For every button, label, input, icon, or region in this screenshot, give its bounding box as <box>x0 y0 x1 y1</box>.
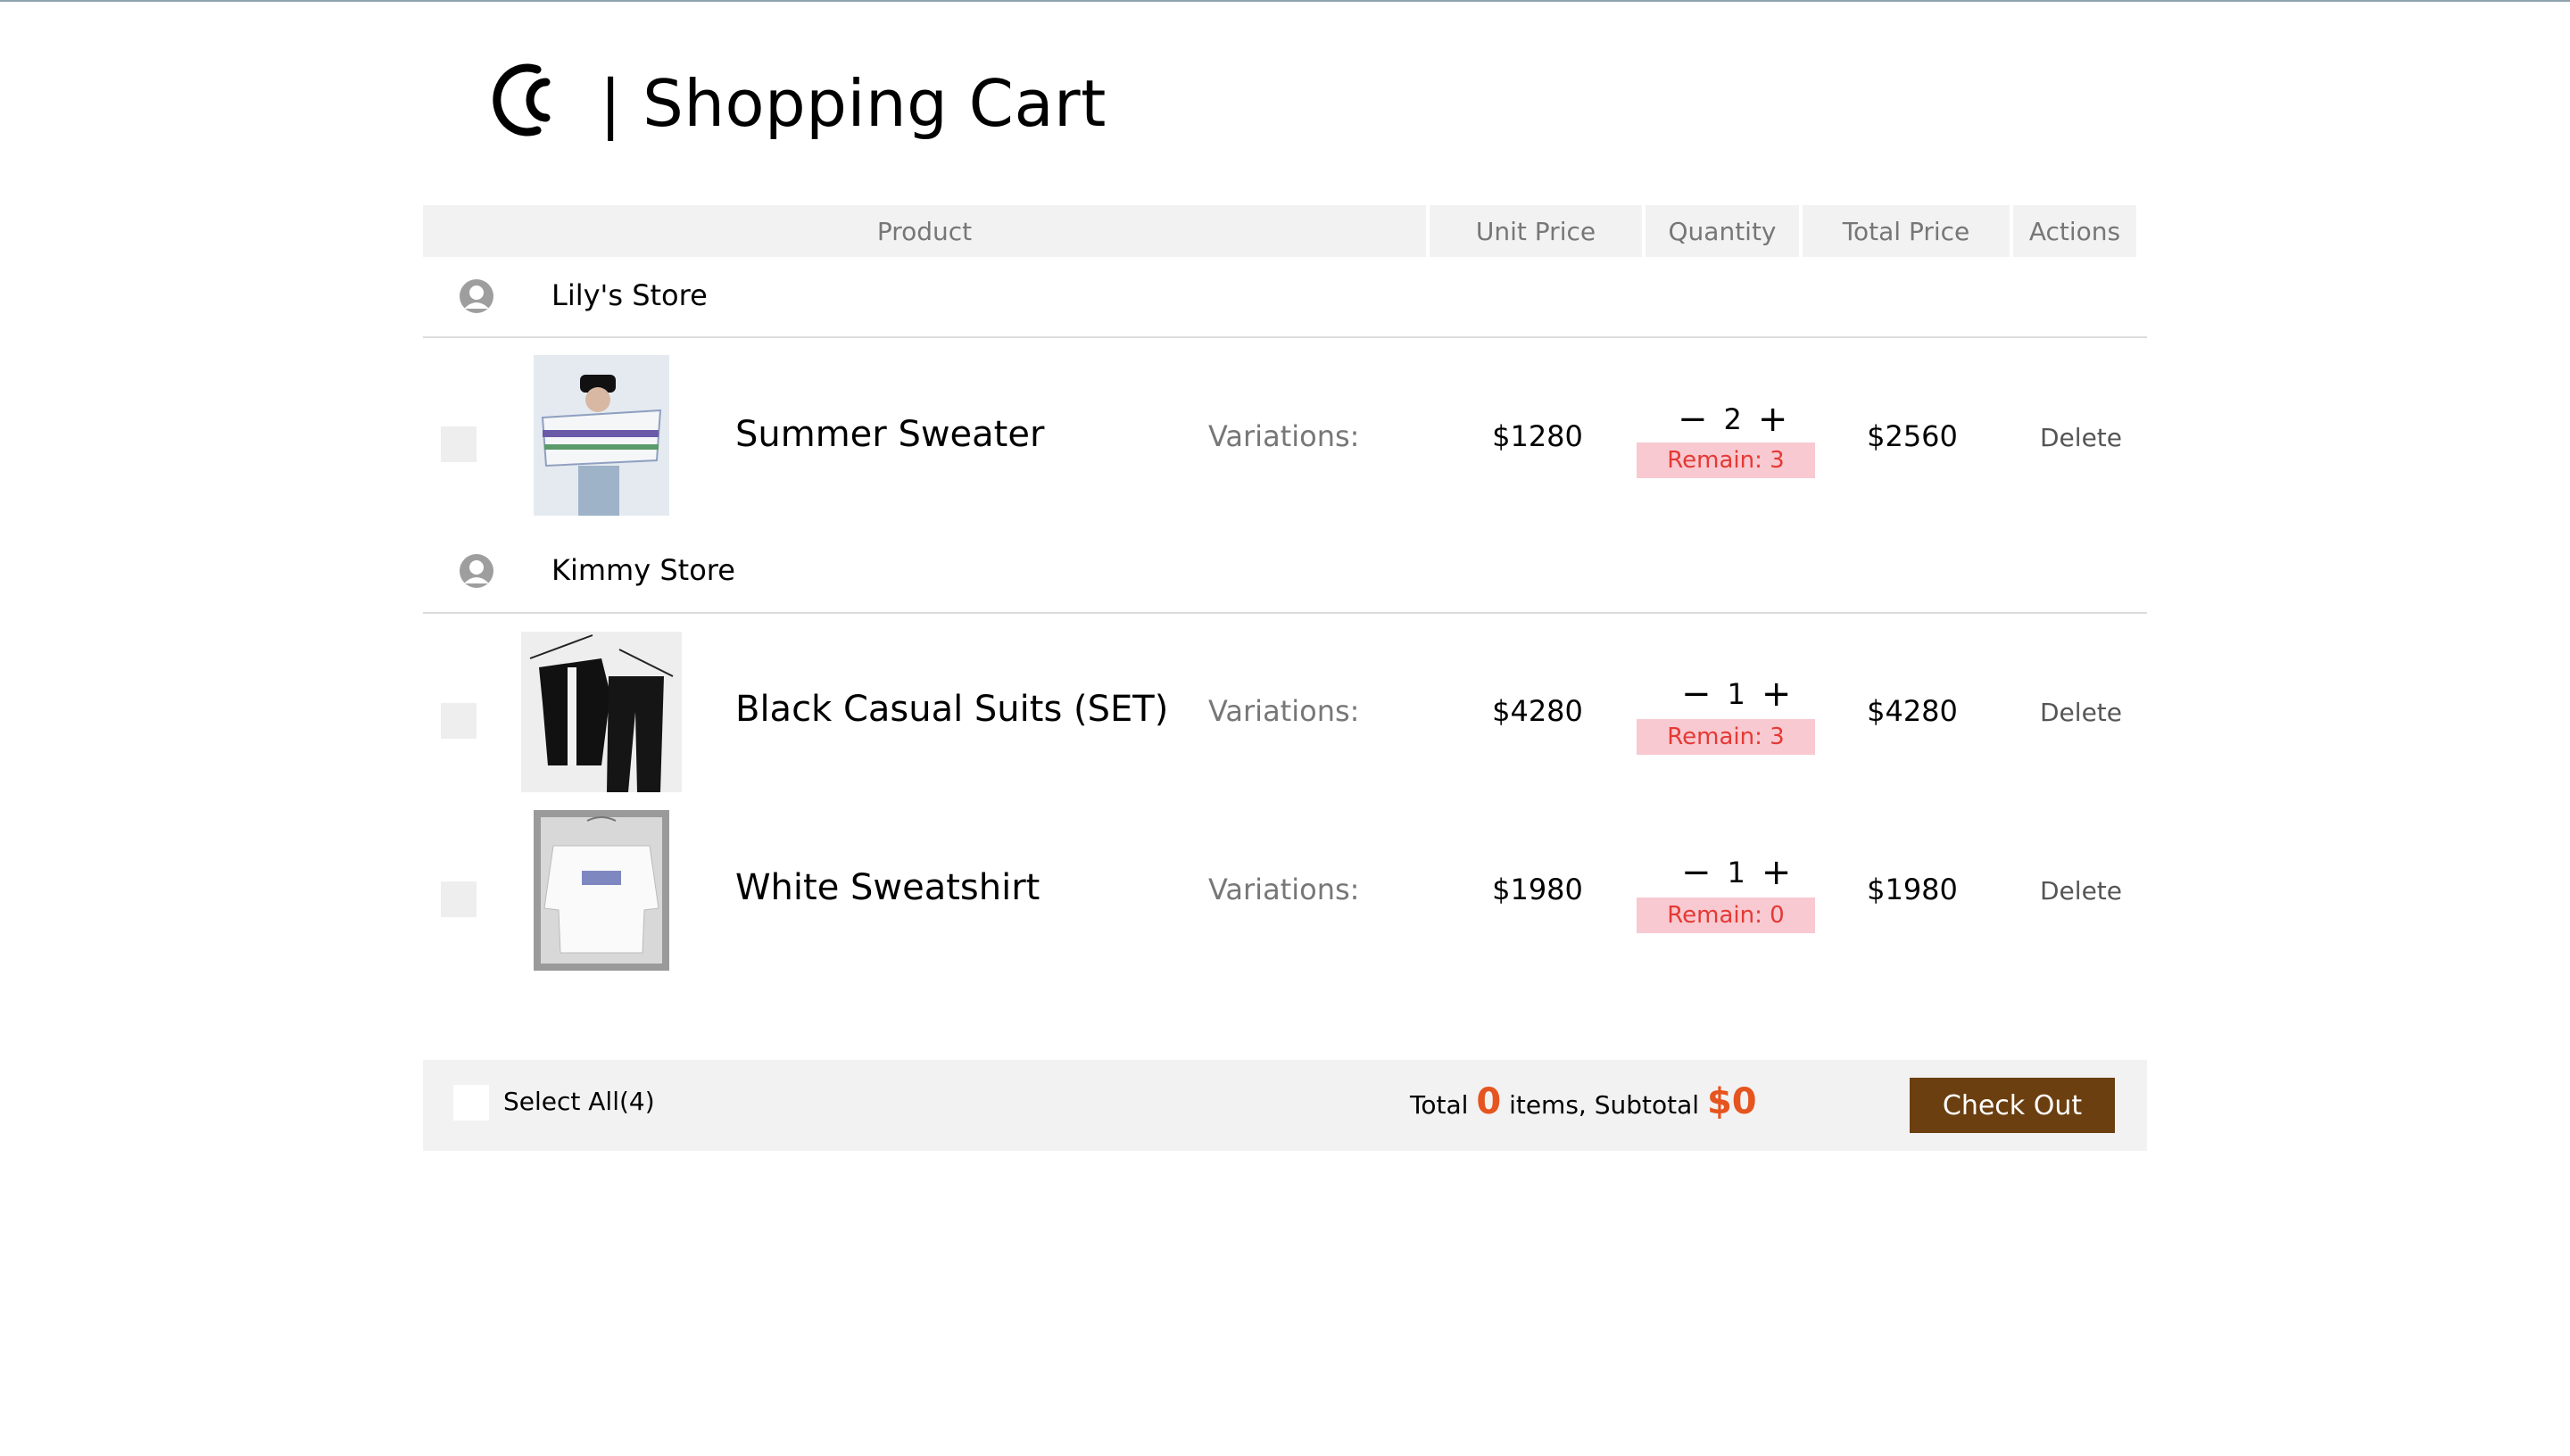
column-header-product: Product <box>423 205 1426 257</box>
product-image[interactable] <box>534 355 669 516</box>
checkout-button[interactable]: Check Out <box>1910 1078 2115 1133</box>
select-all-checkbox[interactable] <box>453 1085 489 1121</box>
cart-summary: Total 0 items, Subtotal $0 <box>1410 1081 1757 1122</box>
remain-badge: Remain: 0 <box>1637 898 1815 933</box>
variations-label[interactable]: Variations: <box>1208 694 1359 728</box>
store-name[interactable]: Lily's Store <box>551 278 708 312</box>
column-header-total-price: Total Price <box>1803 205 2010 257</box>
increase-quantity-button[interactable]: + <box>1758 401 1788 437</box>
remain-badge: Remain: 3 <box>1637 443 1815 478</box>
total-price: $4280 <box>1867 694 1958 728</box>
variations-label[interactable]: Variations: <box>1208 873 1359 906</box>
item-count: 0 <box>1476 1081 1502 1122</box>
item-checkbox[interactable] <box>441 881 477 917</box>
item-checkbox[interactable] <box>441 703 477 739</box>
delete-button[interactable]: Delete <box>2040 423 2122 452</box>
store-avatar-icon <box>460 279 493 313</box>
total-price: $1980 <box>1867 873 1958 906</box>
delete-button[interactable]: Delete <box>2040 698 2122 727</box>
product-name[interactable]: White Sweatshirt <box>735 867 1040 908</box>
product-image[interactable] <box>534 810 669 971</box>
remain-badge: Remain: 3 <box>1637 719 1815 755</box>
total-price: $2560 <box>1867 419 1958 453</box>
subtotal-amount: $0 <box>1706 1081 1757 1122</box>
delete-button[interactable]: Delete <box>2040 876 2122 906</box>
quantity-stepper: − 1 + <box>1681 676 1791 712</box>
variations-label[interactable]: Variations: <box>1208 419 1359 453</box>
store-name[interactable]: Kimmy Store <box>551 553 735 587</box>
column-header-actions: Actions <box>2013 205 2136 257</box>
decrease-quantity-button[interactable]: − <box>1681 676 1712 712</box>
page-title: | Shopping Cart <box>600 66 1107 141</box>
total-prefix: Total <box>1410 1090 1469 1120</box>
column-header-unit-price: Unit Price <box>1430 205 1642 257</box>
item-checkbox[interactable] <box>441 426 477 462</box>
store-avatar-icon <box>460 554 493 588</box>
decrease-quantity-button[interactable]: − <box>1681 855 1712 890</box>
product-name[interactable]: Summer Sweater <box>735 414 1044 455</box>
unit-price: $1280 <box>1492 419 1583 453</box>
product-image[interactable] <box>521 632 682 792</box>
unit-price: $1980 <box>1492 873 1583 906</box>
increase-quantity-button[interactable]: + <box>1762 676 1792 712</box>
c-logo-icon <box>493 63 551 136</box>
column-header-quantity: Quantity <box>1646 205 1799 257</box>
divider <box>423 612 2147 614</box>
divider <box>423 336 2147 338</box>
product-name[interactable]: Black Casual Suits (SET) <box>735 689 1168 730</box>
quantity-stepper: − 2 + <box>1678 401 1787 437</box>
quantity-stepper: − 1 + <box>1681 855 1791 890</box>
items-subtotal-label: items, Subtotal <box>1509 1090 1700 1120</box>
decrease-quantity-button[interactable]: − <box>1678 401 1708 437</box>
increase-quantity-button[interactable]: + <box>1762 855 1792 890</box>
cart-footer <box>423 1060 2147 1151</box>
select-all-label[interactable]: Select All(4) <box>503 1087 655 1116</box>
quantity-value: 1 <box>1727 677 1745 711</box>
quantity-value: 2 <box>1723 402 1742 436</box>
quantity-value: 1 <box>1727 856 1745 889</box>
unit-price: $4280 <box>1492 694 1583 728</box>
